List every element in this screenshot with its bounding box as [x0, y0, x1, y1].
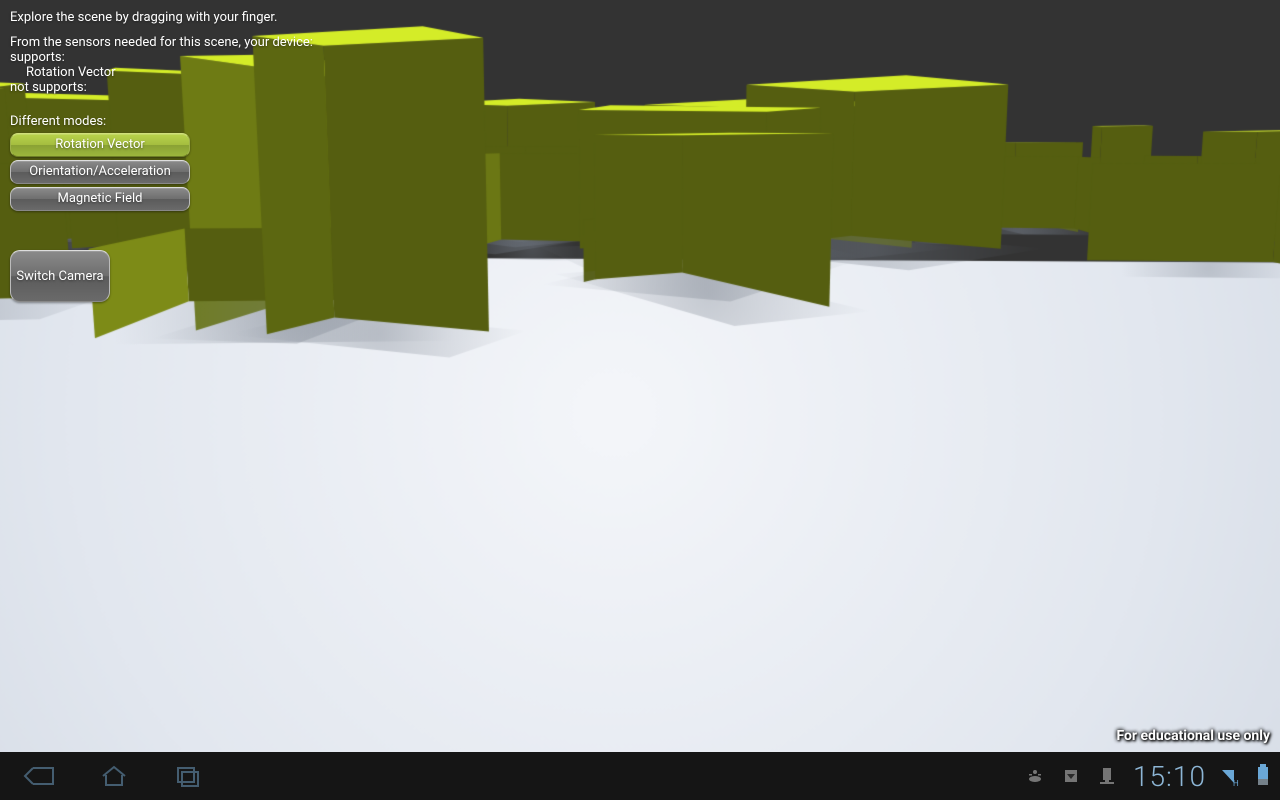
system-navbar: 15:10 H: [0, 752, 1280, 800]
mode-orientation-accel-button[interactable]: Orientation/Acceleration: [10, 160, 190, 184]
usb-debug-icon: [1025, 766, 1045, 786]
mode-selector: Different modes: Rotation Vector Orienta…: [10, 136, 200, 214]
mode-magnetic-field-button[interactable]: Magnetic Field: [10, 187, 190, 211]
network-type-label: H: [1233, 779, 1239, 788]
apps-icon: [1097, 766, 1117, 786]
recent-apps-button[interactable]: [166, 760, 210, 792]
switch-camera-button[interactable]: Switch Camera: [10, 250, 110, 302]
home-button[interactable]: [92, 760, 136, 792]
download-icon: [1061, 766, 1081, 786]
wifi-icon: H: [1222, 766, 1242, 786]
mode-rotation-vector-button[interactable]: Rotation Vector: [10, 133, 190, 157]
back-button[interactable]: [18, 760, 62, 792]
status-clock[interactable]: 15:10: [1133, 760, 1206, 793]
battery-icon: [1258, 767, 1268, 785]
scene-viewport[interactable]: [0, 0, 1280, 752]
modes-label: Different modes:: [10, 114, 200, 129]
